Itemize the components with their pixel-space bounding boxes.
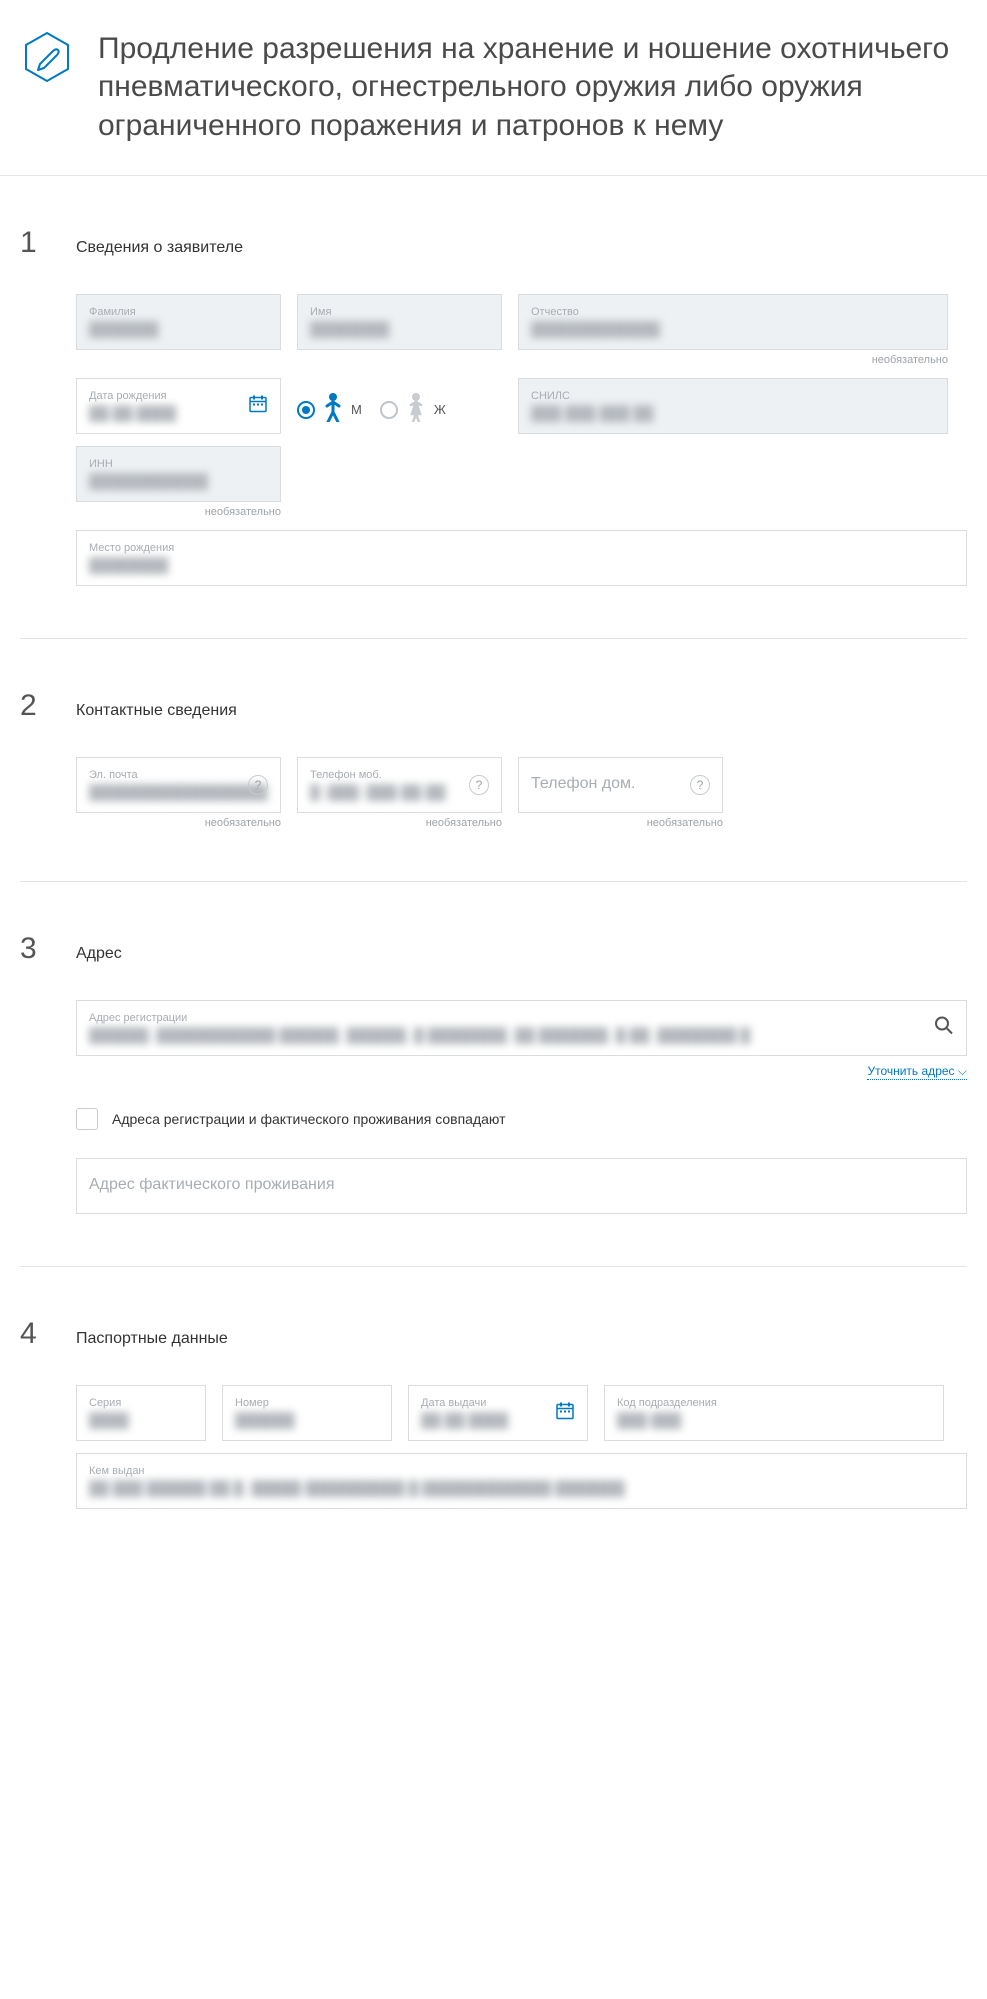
section-title: Паспортные данные — [76, 1330, 228, 1348]
gender-male-radio[interactable] — [297, 401, 315, 419]
snils-field: СНИЛС ███-███-███ ██ — [518, 378, 948, 434]
surname-label: Фамилия — [89, 306, 268, 319]
inn-value: ████████████ — [89, 473, 268, 489]
section-address: 3 Адрес Адрес регистрации ██████, ██████… — [20, 882, 967, 1267]
calendar-icon[interactable] — [248, 394, 268, 419]
actual-address-field[interactable]: Адрес фактического проживания — [76, 1158, 967, 1214]
name-value: ████████ — [310, 321, 489, 337]
passport-series-value: ████ — [89, 1412, 193, 1428]
dob-field[interactable]: Дата рождения ██.██.████ — [76, 378, 281, 434]
reg-address-label: Адрес регистрации — [89, 1012, 954, 1025]
surname-field: Фамилия ███████ — [76, 294, 281, 350]
optional-hint: необязательно — [518, 817, 723, 829]
gender-female-label: Ж — [434, 402, 446, 417]
optional-hint: необязательно — [76, 817, 281, 829]
inn-label: ИНН — [89, 458, 268, 471]
email-label: Эл. почта — [89, 769, 268, 782]
inn-field: ИНН ████████████ — [76, 446, 281, 502]
passport-issue-date-label: Дата выдачи — [421, 1397, 575, 1410]
home-phone-placeholder: Телефон дом. — [531, 775, 710, 793]
help-icon[interactable]: ? — [690, 775, 710, 795]
mobile-label: Телефон моб. — [310, 769, 489, 782]
refine-address-text: Уточнить адрес — [867, 1064, 954, 1078]
same-address-label: Адреса регистрации и фактического прожив… — [112, 1111, 506, 1127]
bullet-icon — [20, 30, 74, 84]
birthplace-label: Место рождения — [89, 542, 954, 555]
passport-issue-date-field[interactable]: Дата выдачи ██.██.████ — [408, 1385, 588, 1441]
optional-hint: необязательно — [297, 817, 502, 829]
section-applicant: 1 Сведения о заявителе Фамилия ███████ И… — [20, 176, 967, 639]
name-field: Имя ████████ — [297, 294, 502, 350]
passport-dept-code-label: Код подразделения — [617, 1397, 931, 1410]
home-phone-field[interactable]: Телефон дом. ? — [518, 757, 723, 813]
section-number: 2 — [20, 689, 48, 723]
name-label: Имя — [310, 306, 489, 319]
gender-group: М Ж — [297, 378, 502, 427]
passport-number-value: ██████ — [235, 1412, 379, 1428]
dob-label: Дата рождения — [89, 390, 268, 403]
section-contacts: 2 Контактные сведения Эл. почта ████████… — [20, 639, 967, 882]
calendar-icon[interactable] — [555, 1401, 575, 1426]
email-value: ██████████████████ — [89, 784, 268, 800]
patronymic-field: Отчество █████████████ — [518, 294, 948, 350]
surname-value: ███████ — [89, 321, 268, 337]
passport-issue-date-value: ██.██.████ — [421, 1412, 575, 1428]
mobile-value: █ (███) ███-██-██ — [310, 784, 489, 800]
help-icon[interactable]: ? — [248, 775, 268, 795]
snils-value: ███-███-███ ██ — [531, 405, 935, 421]
dob-value: ██.██.████ — [89, 405, 268, 421]
passport-issued-by-label: Кем выдан — [89, 1465, 954, 1478]
optional-hint: необязательно — [76, 506, 281, 518]
actual-address-placeholder: Адрес фактического проживания — [89, 1176, 954, 1194]
passport-issued-by-field[interactable]: Кем выдан ██ ███ ██████ ██ █. █████-████… — [76, 1453, 967, 1509]
passport-number-field[interactable]: Номер ██████ — [222, 1385, 392, 1441]
passport-series-label: Серия — [89, 1397, 193, 1410]
section-title: Сведения о заявителе — [76, 239, 243, 257]
reg-address-value: ██████, ████████████ ██████, ██████, █ █… — [89, 1027, 954, 1043]
person-male-icon — [323, 392, 343, 427]
birthplace-value: ████████ — [89, 557, 954, 573]
patronymic-value: █████████████ — [531, 321, 935, 337]
section-number: 1 — [20, 226, 48, 260]
refine-address-link[interactable]: Уточнить адрес ⌵ — [867, 1064, 967, 1080]
snils-label: СНИЛС — [531, 390, 935, 403]
gender-male-label: М — [351, 402, 362, 417]
page-title: Продление разрешения на хранение и ношен… — [98, 30, 967, 145]
section-passport: 4 Паспортные данные Серия ████ Номер ███… — [20, 1267, 967, 1561]
passport-dept-code-value: ███-███ — [617, 1412, 931, 1428]
section-number: 3 — [20, 932, 48, 966]
passport-dept-code-field[interactable]: Код подразделения ███-███ — [604, 1385, 944, 1441]
passport-series-field[interactable]: Серия ████ — [76, 1385, 206, 1441]
section-number: 4 — [20, 1317, 48, 1351]
same-address-checkbox[interactable] — [76, 1108, 98, 1130]
patronymic-label: Отчество — [531, 306, 935, 319]
mobile-field[interactable]: Телефон моб. █ (███) ███-██-██ ? — [297, 757, 502, 813]
search-icon[interactable] — [934, 1016, 954, 1041]
reg-address-field[interactable]: Адрес регистрации ██████, ████████████ █… — [76, 1000, 967, 1056]
section-title: Адрес — [76, 945, 122, 963]
person-female-icon — [406, 392, 426, 427]
help-icon[interactable]: ? — [469, 775, 489, 795]
birthplace-field[interactable]: Место рождения ████████ — [76, 530, 967, 586]
optional-hint: необязательно — [518, 354, 948, 366]
gender-female-radio[interactable] — [380, 401, 398, 419]
section-title: Контактные сведения — [76, 702, 237, 720]
passport-number-label: Номер — [235, 1397, 379, 1410]
email-field[interactable]: Эл. почта ██████████████████ ? — [76, 757, 281, 813]
passport-issued-by-value: ██ ███ ██████ ██ █. █████-██████████ █ █… — [89, 1480, 954, 1496]
chevron-down-icon: ⌵ — [958, 1064, 967, 1078]
